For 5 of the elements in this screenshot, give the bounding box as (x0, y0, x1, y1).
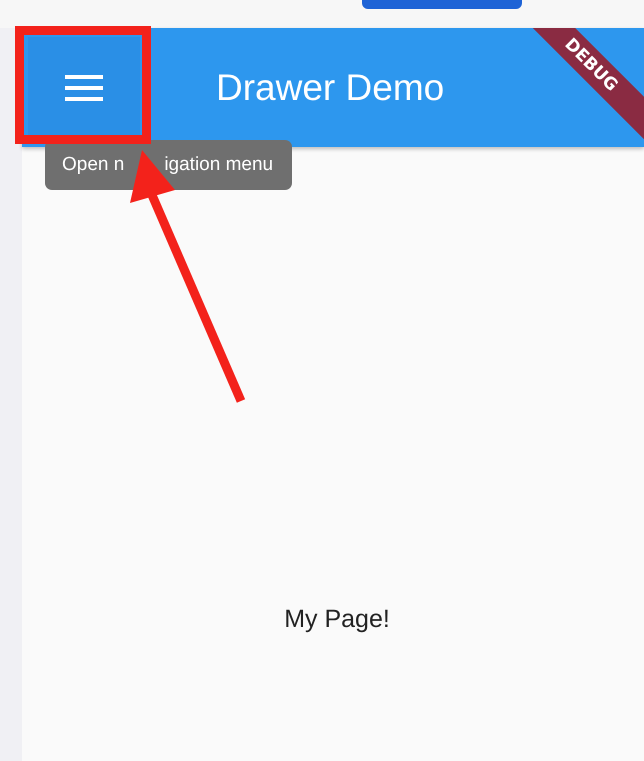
menu-icon (65, 74, 103, 100)
tooltip-text: igation menu (164, 154, 274, 176)
app-title: Drawer Demo (216, 66, 444, 108)
tooltip-text: Open n (62, 154, 124, 176)
page-text: My Page! (284, 605, 390, 635)
